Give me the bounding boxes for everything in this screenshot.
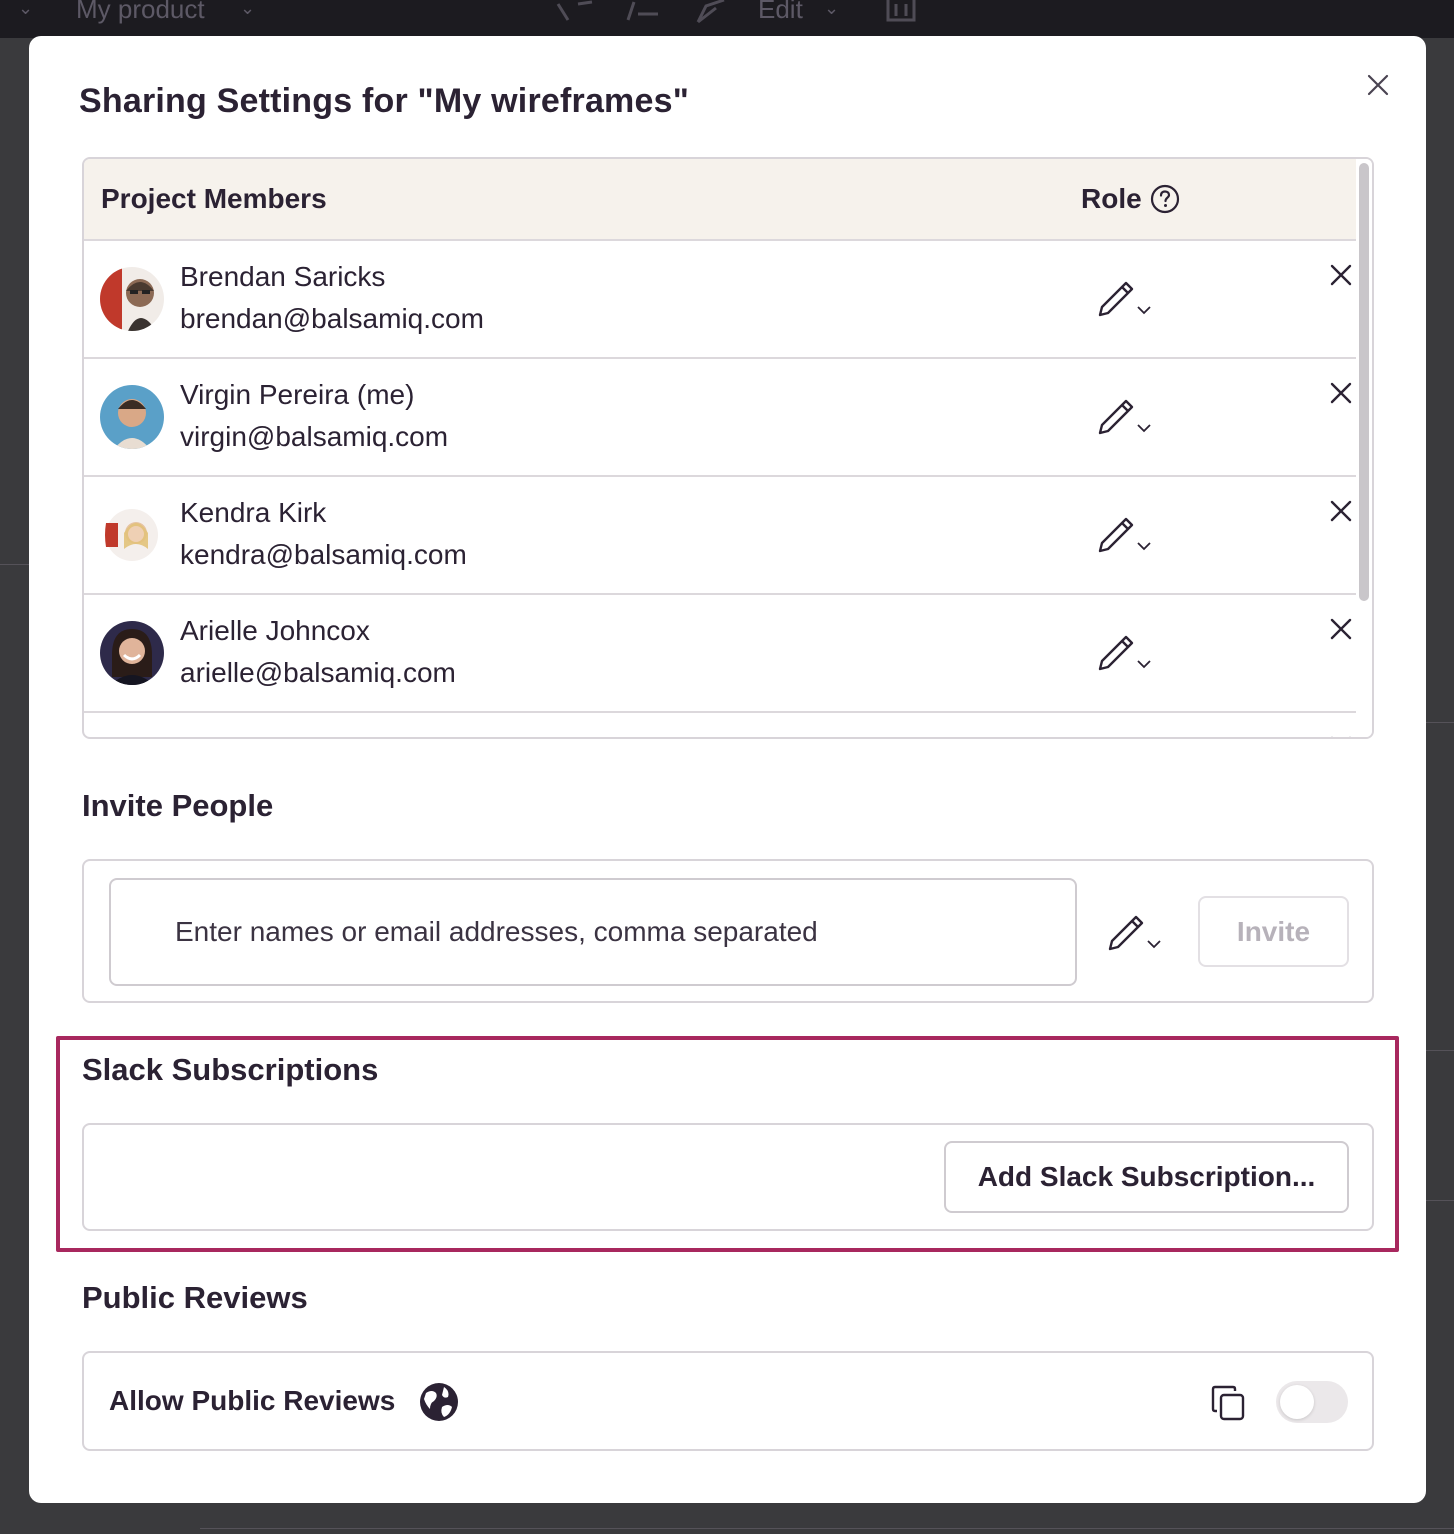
pencil-icon xyxy=(1098,517,1134,553)
member-row: Arielle Johncox arielle@balsamiq.com xyxy=(84,595,1356,713)
remove-member-button[interactable] xyxy=(1329,617,1353,641)
pencil-icon xyxy=(1098,635,1134,671)
role-dropdown[interactable] xyxy=(1096,391,1160,441)
member-email: brendan@balsamiq.com xyxy=(180,303,484,334)
table-header: Project Members Role xyxy=(84,159,1372,241)
invite-button[interactable]: Invite xyxy=(1198,896,1349,967)
invite-input[interactable] xyxy=(109,878,1077,986)
undo-redo-icon[interactable] xyxy=(548,0,668,30)
member-email: kendra@balsamiq.com xyxy=(180,539,467,570)
slack-section-title: Slack Subscriptions xyxy=(82,1052,379,1087)
slack-panel: Add Slack Subscription... xyxy=(82,1123,1374,1231)
project-name[interactable]: My product xyxy=(76,0,205,25)
chevron-down-icon xyxy=(1137,424,1151,433)
edit-menu[interactable]: Edit xyxy=(758,0,803,25)
pencil-icon xyxy=(1108,915,1144,951)
role-dropdown[interactable] xyxy=(1096,273,1160,323)
invite-panel: Invite xyxy=(82,859,1374,1003)
invite-section-title: Invite People xyxy=(82,788,274,823)
avatar xyxy=(100,385,164,449)
member-name: Virgin Pereira (me) xyxy=(180,379,415,410)
remove-member-button[interactable] xyxy=(1329,499,1353,523)
trash-icon[interactable] xyxy=(884,0,918,26)
divider xyxy=(1426,1200,1454,1201)
add-slack-subscription-button[interactable]: Add Slack Subscription... xyxy=(944,1141,1349,1213)
project-members-table: Project Members Role Brendan Saricks bre… xyxy=(82,157,1374,739)
member-name: Brendan Saricks xyxy=(180,261,386,292)
public-reviews-toggle[interactable] xyxy=(1276,1381,1348,1423)
chevron-down-icon xyxy=(1137,542,1151,551)
remove-member-button[interactable] xyxy=(1329,381,1353,405)
remove-member-button[interactable] xyxy=(1329,263,1353,287)
member-row: Kendra Kirk kendra@balsamiq.com xyxy=(84,477,1356,595)
allow-public-reviews-label: Allow Public Reviews xyxy=(109,1385,396,1416)
divider xyxy=(1426,1050,1454,1051)
invite-role-dropdown[interactable] xyxy=(1106,907,1170,957)
avatar xyxy=(100,503,164,567)
pencil-icon xyxy=(1098,399,1134,435)
public-reviews-section-title: Public Reviews xyxy=(82,1280,308,1315)
member-row: Brendan Saricks brendan@balsamiq.com xyxy=(84,241,1356,359)
copy-link-icon[interactable] xyxy=(1209,1383,1249,1423)
dialog-title: Sharing Settings for "My wireframes" xyxy=(79,82,690,120)
column-header-members: Project Members xyxy=(101,183,327,214)
column-header-role: Role xyxy=(1081,183,1142,214)
divider xyxy=(200,1528,1454,1529)
public-reviews-panel: Allow Public Reviews xyxy=(82,1351,1374,1451)
toggle-knob xyxy=(1280,1385,1314,1419)
chevron-down-icon xyxy=(1137,660,1151,669)
app-toolbar: ⌄ My product ⌄ Edit ⌄ xyxy=(0,0,1454,38)
sharing-settings-dialog: Sharing Settings for "My wireframes" Pro… xyxy=(29,36,1426,1503)
scrollbar-thumb[interactable] xyxy=(1359,163,1369,601)
member-email: virgin@balsamiq.com xyxy=(180,421,449,452)
divider xyxy=(0,564,29,565)
pencil-icon[interactable] xyxy=(694,0,734,26)
avatar xyxy=(100,267,164,331)
globe-icon xyxy=(420,1383,458,1421)
chevron-down-icon[interactable]: ⌄ xyxy=(18,0,33,19)
help-icon[interactable] xyxy=(1150,184,1180,214)
chevron-down-icon xyxy=(1147,940,1161,949)
chevron-down-icon xyxy=(1137,306,1151,315)
chevron-down-icon[interactable]: ⌄ xyxy=(240,0,255,19)
close-icon[interactable] xyxy=(1365,72,1391,98)
remove-member-button[interactable] xyxy=(1329,735,1353,739)
divider xyxy=(1426,722,1454,723)
member-email: arielle@balsamiq.com xyxy=(180,657,456,688)
role-dropdown[interactable] xyxy=(1096,509,1160,559)
member-row: Virgin Pereira (me) virgin@balsamiq.com xyxy=(84,359,1356,477)
member-row xyxy=(84,713,1356,739)
pencil-icon xyxy=(1098,281,1134,317)
member-name: Arielle Johncox xyxy=(180,615,370,646)
chevron-down-icon[interactable]: ⌄ xyxy=(824,0,839,19)
members-scrollbar[interactable] xyxy=(1356,159,1372,737)
avatar xyxy=(100,621,164,685)
member-name: Kendra Kirk xyxy=(180,497,327,528)
role-dropdown[interactable] xyxy=(1096,627,1160,677)
